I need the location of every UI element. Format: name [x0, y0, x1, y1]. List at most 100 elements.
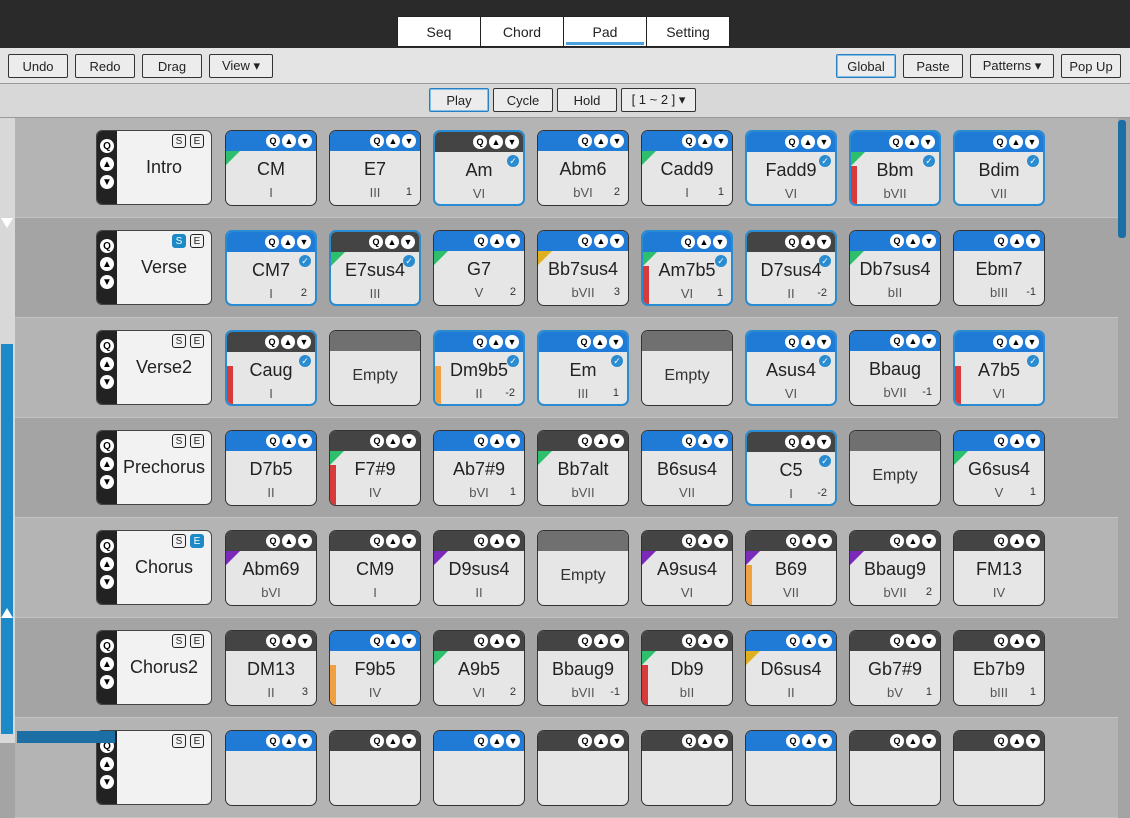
pad-q-button[interactable]: Q — [578, 434, 592, 448]
chord-pad[interactable]: Q ▲ ▼ ✓ Bdim VII — [953, 130, 1045, 206]
pad-q-button[interactable]: Q — [265, 335, 279, 349]
pad-down-icon[interactable]: ▼ — [922, 534, 936, 548]
pad-q-button[interactable]: Q — [890, 734, 904, 748]
pad-up-icon[interactable]: ▲ — [802, 734, 816, 748]
pad-up-icon[interactable]: ▲ — [906, 334, 920, 348]
pad-q-button[interactable]: Q — [265, 235, 279, 249]
pad-down-icon[interactable]: ▼ — [298, 134, 312, 148]
pad-up-icon[interactable]: ▲ — [489, 335, 503, 349]
pad-q-button[interactable]: Q — [785, 435, 799, 449]
pad-down-icon[interactable]: ▼ — [1026, 234, 1040, 248]
section-up-icon[interactable]: ▲ — [100, 357, 114, 371]
chord-pad[interactable]: Q ▲ ▼ Bbaug bVII -1 — [849, 330, 941, 406]
pad-q-button[interactable]: Q — [682, 634, 696, 648]
pad-down-icon[interactable]: ▼ — [297, 335, 311, 349]
pad-down-icon[interactable]: ▼ — [922, 234, 936, 248]
pad-down-icon[interactable]: ▼ — [713, 235, 727, 249]
pad-up-icon[interactable]: ▲ — [698, 734, 712, 748]
pad-up-icon[interactable]: ▲ — [906, 534, 920, 548]
pad-down-icon[interactable]: ▼ — [610, 634, 624, 648]
chord-pad[interactable]: Q ▲ ▼ G7 V 2 — [433, 230, 525, 306]
pad-q-button[interactable]: Q — [993, 335, 1007, 349]
pad-q-button[interactable]: Q — [682, 534, 696, 548]
pad-up-icon[interactable]: ▲ — [906, 234, 920, 248]
pad-down-icon[interactable]: ▼ — [818, 734, 832, 748]
pad-q-button[interactable]: Q — [474, 234, 488, 248]
chord-pad[interactable]: Q ▲ ▼ ✓ A7b5 VI — [953, 330, 1045, 406]
section-e-button[interactable]: E — [190, 334, 204, 348]
pad-up-icon[interactable]: ▲ — [490, 234, 504, 248]
pad-down-icon[interactable]: ▼ — [402, 434, 416, 448]
pad-q-button[interactable]: Q — [994, 734, 1008, 748]
pad-down-icon[interactable]: ▼ — [297, 235, 311, 249]
pad-q-button[interactable]: Q — [993, 135, 1007, 149]
chord-pad[interactable]: Q ▲ ▼ A9b5 VI 2 — [433, 630, 525, 706]
chord-pad[interactable]: Q ▲ ▼ — [225, 730, 317, 806]
chord-pad[interactable]: Q ▲ ▼ ✓ Caug I — [225, 330, 317, 406]
play-button[interactable]: Play — [429, 88, 489, 112]
chord-pad[interactable]: Q ▲ ▼ — [329, 730, 421, 806]
section-up-icon[interactable]: ▲ — [100, 657, 114, 671]
pad-up-icon[interactable]: ▲ — [282, 534, 296, 548]
pad-down-icon[interactable]: ▼ — [817, 135, 831, 149]
chord-pad[interactable]: Q ▲ ▼ Ebm7 bIII -1 — [953, 230, 1045, 306]
chord-pad[interactable]: Q ▲ ▼ ✓ CM7 I 2 — [225, 230, 317, 306]
chord-pad[interactable]: Q ▲ ▼ — [953, 730, 1045, 806]
chord-pad[interactable]: Q ▲ ▼ Cadd9 I 1 — [641, 130, 733, 206]
pad-q-button[interactable]: Q — [785, 235, 799, 249]
pad-up-icon[interactable]: ▲ — [594, 734, 608, 748]
pad-up-icon[interactable]: ▲ — [594, 134, 608, 148]
pad-down-icon[interactable]: ▼ — [610, 434, 624, 448]
pad-up-icon[interactable]: ▲ — [281, 335, 295, 349]
chord-pad[interactable]: Q ▲ ▼ ✓ Am7b5 VI 1 — [641, 230, 733, 306]
pad-down-icon[interactable]: ▼ — [1025, 135, 1039, 149]
chord-pad[interactable]: Q ▲ ▼ Bb7alt bVII — [537, 430, 629, 506]
pad-up-icon[interactable]: ▲ — [905, 135, 919, 149]
chord-pad[interactable]: Q ▲ ▼ Gb7#9 bV 1 — [849, 630, 941, 706]
chord-pad[interactable]: Q ▲ ▼ Ab7#9 bVI 1 — [433, 430, 525, 506]
loop-end-handle-icon[interactable] — [1, 608, 13, 618]
pad-down-icon[interactable]: ▼ — [922, 734, 936, 748]
chord-pad[interactable]: Q ▲ ▼ — [641, 730, 733, 806]
section-s-button[interactable]: S — [172, 434, 186, 448]
pad-q-button[interactable]: Q — [370, 634, 384, 648]
pad-up-icon[interactable]: ▲ — [1009, 335, 1023, 349]
pad-down-icon[interactable]: ▼ — [817, 435, 831, 449]
section-s-button[interactable]: S — [172, 134, 186, 148]
pad-q-button[interactable]: Q — [474, 434, 488, 448]
section-s-button[interactable]: S — [172, 634, 186, 648]
scrollbar-thumb[interactable] — [1118, 120, 1126, 238]
pad-down-icon[interactable]: ▼ — [402, 134, 416, 148]
pad-down-icon[interactable]: ▼ — [1026, 634, 1040, 648]
global-button[interactable]: Global — [836, 54, 896, 78]
chord-pad[interactable]: Q ▲ ▼ ✓ E7sus4 III — [329, 230, 421, 306]
pad-up-icon[interactable]: ▲ — [593, 335, 607, 349]
pad-down-icon[interactable]: ▼ — [818, 534, 832, 548]
pad-down-icon[interactable]: ▼ — [505, 335, 519, 349]
pad-q-button[interactable]: Q — [578, 634, 592, 648]
pad-q-button[interactable]: Q — [890, 234, 904, 248]
pad-q-button[interactable]: Q — [370, 134, 384, 148]
chord-pad[interactable]: Q ▲ ▼ Bbaug9 bVII 2 — [849, 530, 941, 606]
empty-pad[interactable]: Empty — [329, 330, 421, 406]
pad-up-icon[interactable]: ▲ — [801, 335, 815, 349]
empty-pad[interactable]: Empty — [641, 330, 733, 406]
pad-down-icon[interactable]: ▼ — [921, 135, 935, 149]
chord-pad[interactable]: Q ▲ ▼ F9b5 IV — [329, 630, 421, 706]
pad-up-icon[interactable]: ▲ — [906, 634, 920, 648]
section-e-button[interactable]: E — [190, 734, 204, 748]
pad-down-icon[interactable]: ▼ — [298, 734, 312, 748]
section-q-button[interactable]: Q — [100, 339, 114, 353]
section-s-button[interactable]: S — [172, 334, 186, 348]
pad-down-icon[interactable]: ▼ — [298, 634, 312, 648]
pad-down-icon[interactable]: ▼ — [714, 534, 728, 548]
section-e-button[interactable]: E — [190, 634, 204, 648]
pad-up-icon[interactable]: ▲ — [1009, 135, 1023, 149]
pad-q-button[interactable]: Q — [266, 534, 280, 548]
chord-pad[interactable]: Q ▲ ▼ ✓ Dm9b5 II -2 — [433, 330, 525, 406]
pad-down-icon[interactable]: ▼ — [506, 234, 520, 248]
pad-q-button[interactable]: Q — [370, 534, 384, 548]
pad-down-icon[interactable]: ▼ — [1026, 534, 1040, 548]
chord-pad[interactable]: Q ▲ ▼ — [849, 730, 941, 806]
drag-button[interactable]: Drag — [142, 54, 202, 78]
